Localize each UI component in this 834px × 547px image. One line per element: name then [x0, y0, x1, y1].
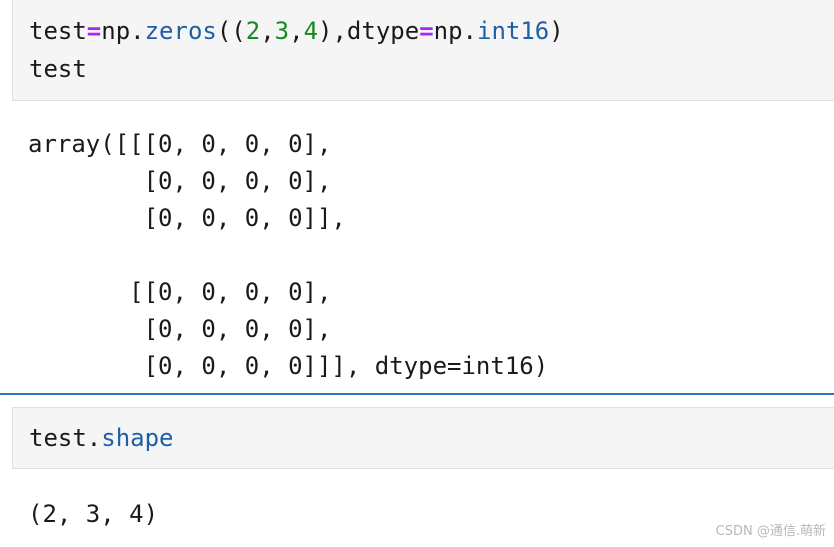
open-parens: ((	[216, 17, 246, 45]
cell-divider	[0, 393, 834, 395]
cell-1-output: array([[[0, 0, 0, 0], [0, 0, 0, 0], [0, …	[28, 130, 549, 380]
var-name: test.	[29, 424, 102, 452]
module-prefix: np.	[101, 17, 145, 45]
cell-2-input[interactable]: test.shape	[29, 419, 174, 457]
cell-2-output: (2, 3, 4)	[28, 500, 159, 528]
close-paren: )	[549, 17, 564, 45]
watermark: CSDN @通信.萌新	[715, 524, 826, 539]
dim-1: 2	[245, 17, 261, 45]
module-prefix-2: np.	[433, 17, 477, 45]
dtype-name: int16	[477, 17, 550, 45]
var-name: test	[29, 17, 87, 45]
code-cell-2[interactable]: test.shape	[12, 407, 834, 469]
code-cell-1[interactable]: test=np.zeros((2,3,4),dtype=np.int16) te…	[12, 0, 834, 101]
function-name: zeros	[144, 17, 217, 45]
attribute-name: shape	[101, 424, 174, 452]
code-line-2: test	[29, 55, 87, 83]
comma-1: ,	[260, 17, 275, 45]
dim-3: 4	[303, 17, 319, 45]
dtype-kw: ),dtype	[318, 17, 420, 45]
assign-operator-2: =	[419, 17, 434, 45]
comma-2: ,	[289, 17, 304, 45]
assign-operator: =	[86, 17, 102, 45]
dim-2: 3	[274, 17, 290, 45]
cell-1-input[interactable]: test=np.zeros((2,3,4),dtype=np.int16) te…	[29, 12, 564, 88]
